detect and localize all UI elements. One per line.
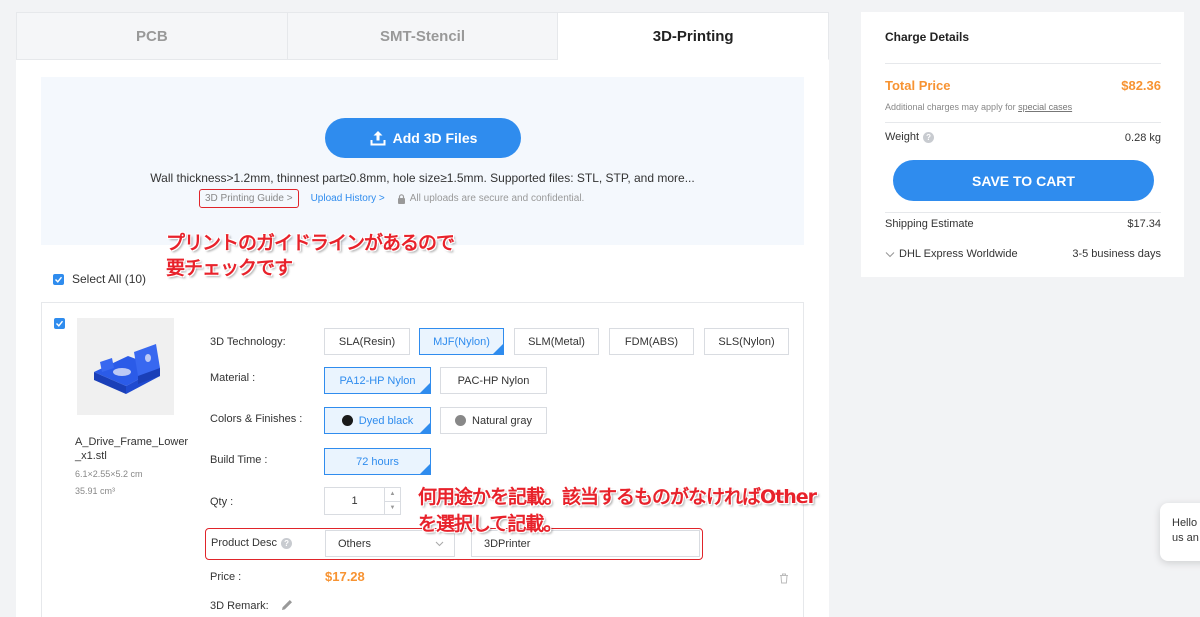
carrier-name: DHL Express Worldwide [899, 248, 1018, 260]
upload-history-link[interactable]: Upload History > [311, 193, 385, 204]
qty-label: Qty : [210, 496, 234, 508]
increment-icon[interactable]: ▲ [385, 488, 400, 501]
weight-value: 0.28 kg [1124, 132, 1161, 144]
product-desc-text: Product Desc [211, 537, 278, 549]
model-volume: 35.91 cm³ [75, 486, 116, 496]
price-label: Price : [210, 571, 242, 583]
quantity-value[interactable]: 1 [325, 488, 384, 514]
additional-charges-note: Additional charges may apply for special… [885, 102, 1072, 112]
divider [885, 63, 1161, 64]
upload-links: 3D Printing Guide > Upload History > All… [199, 189, 584, 208]
material-option-pa12[interactable]: PA12-HP Nylon [324, 367, 431, 394]
build-time-label: Build Time : [210, 454, 268, 466]
add-3d-files-label: Add 3D Files [392, 130, 478, 146]
special-cases-link[interactable]: special cases [1018, 102, 1072, 112]
chat-widget[interactable]: Hello us an [1160, 503, 1200, 561]
check-icon [56, 320, 64, 327]
gray-swatch-icon [455, 415, 467, 426]
quantity-arrows: ▲ ▼ [384, 488, 400, 514]
pencil-icon[interactable] [280, 598, 294, 612]
chevron-down-icon [885, 251, 895, 257]
order-panel: PCB SMT-Stencil 3D-Printing Add 3D Files… [16, 12, 830, 617]
build-time-option[interactable]: 72 hours [324, 448, 431, 475]
total-price-value: $82.36 [1121, 78, 1161, 93]
upload-area: Add 3D Files Wall thickness>1.2mm, thinn… [41, 77, 804, 245]
carrier-selector[interactable]: DHL Express Worldwide [885, 248, 1018, 260]
decrement-icon[interactable]: ▼ [385, 500, 400, 515]
guide-annotation-line1: プリントのガイドラインがあるので [166, 232, 455, 254]
divider [885, 122, 1161, 123]
shipping-estimate-value: $17.34 [1127, 218, 1161, 230]
secure-note: All uploads are secure and confidential. [397, 193, 585, 204]
file-name: A_Drive_Frame_Lower_x1.stl [75, 436, 189, 462]
total-price-label: Total Price [885, 78, 951, 93]
desc-annotation: 何用途かを記載。該当するものがなければOtherを選択して記載。 [418, 486, 817, 535]
tab-3d-printing[interactable]: 3D-Printing [558, 12, 830, 60]
guide-annotation-line2: 要チェックです [166, 257, 293, 279]
color-option-label: Natural gray [472, 414, 532, 427]
charge-details-title: Charge Details [885, 30, 970, 44]
color-option-label: Dyed black [358, 414, 414, 427]
model-preview-image [93, 343, 160, 394]
save-to-cart-button[interactable]: SAVE TO CART [893, 160, 1154, 201]
add-3d-files-button[interactable]: Add 3D Files [325, 118, 521, 158]
item-checkbox[interactable] [54, 318, 65, 329]
technology-label: 3D Technology: [210, 336, 286, 348]
model-thumbnail[interactable] [77, 318, 174, 415]
charge-details-panel: Charge Details Total Price $82.36 Additi… [861, 12, 1184, 277]
chat-line1: Hello [1172, 517, 1198, 529]
help-icon[interactable]: ? [281, 537, 293, 549]
product-desc-label: Product Desc ? [211, 537, 293, 549]
additional-charges-text: Additional charges may apply for [885, 102, 1019, 112]
item-price: $17.28 [325, 569, 365, 584]
select-all[interactable]: Select All (10) [53, 272, 146, 286]
secure-text: All uploads are secure and confidential. [409, 193, 585, 204]
trash-icon[interactable] [779, 573, 789, 584]
material-label: Material : [210, 372, 256, 384]
tab-smt-stencil[interactable]: SMT-Stencil [287, 12, 559, 60]
select-all-checkbox[interactable] [53, 273, 64, 285]
tech-option-fdm[interactable]: FDM(ABS) [609, 328, 694, 355]
tech-option-mjf[interactable]: MJF(Nylon) [419, 328, 504, 355]
guide-annotation: プリントのガイドラインがあるので 要チェックです [166, 231, 455, 281]
black-swatch-icon [341, 415, 353, 426]
chat-line2: us an [1172, 532, 1199, 544]
chevron-down-icon [435, 541, 444, 546]
check-icon [55, 276, 63, 283]
remark-label: 3D Remark: [210, 600, 269, 612]
model-dimensions: 6.1×2.55×5.2 cm [75, 469, 143, 479]
file-item-card: A_Drive_Frame_Lower_x1.stl 6.1×2.55×5.2 … [41, 302, 804, 617]
tab-pcb[interactable]: PCB [16, 12, 288, 60]
divider [885, 212, 1161, 213]
quantity-stepper[interactable]: 1 ▲ ▼ [324, 487, 401, 515]
tech-option-sls[interactable]: SLS(Nylon) [704, 328, 789, 355]
select-all-label: Select All (10) [72, 272, 147, 286]
tech-option-slm[interactable]: SLM(Metal) [514, 328, 599, 355]
color-option-dyed-black[interactable]: Dyed black [324, 407, 431, 434]
shipping-estimate-label: Shipping Estimate [885, 218, 974, 230]
printing-guide-link[interactable]: 3D Printing Guide > [199, 189, 299, 208]
material-option-pac[interactable]: PAC-HP Nylon [440, 367, 547, 394]
tech-option-sla[interactable]: SLA(Resin) [324, 328, 410, 355]
carrier-delivery-time: 3-5 business days [1072, 248, 1161, 260]
product-desc-selected: Others [338, 537, 372, 550]
lock-icon [397, 193, 405, 204]
upload-icon [370, 131, 386, 146]
upload-requirements: Wall thickness>1.2mm, thinnest part≥0.8m… [150, 171, 695, 185]
service-tabs: PCB SMT-Stencil 3D-Printing [16, 12, 830, 60]
weight-text: Weight [885, 131, 920, 143]
color-option-natural-gray[interactable]: Natural gray [440, 407, 547, 434]
help-icon[interactable]: ? [923, 131, 935, 143]
colors-label: Colors & Finishes : [210, 413, 303, 425]
weight-label: Weight ? [885, 131, 935, 143]
